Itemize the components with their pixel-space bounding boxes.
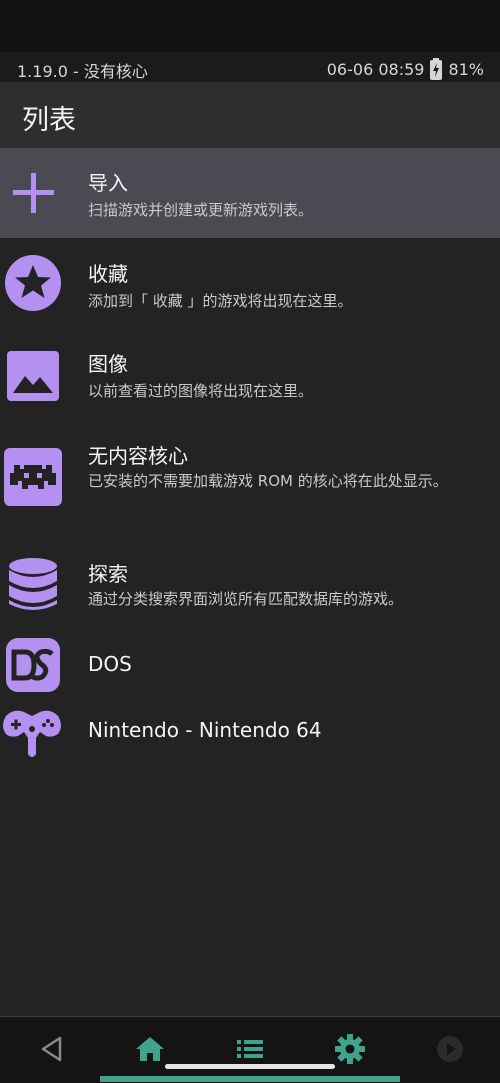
- plus-icon: [13, 173, 54, 213]
- gesture-home-bar[interactable]: [165, 1064, 335, 1069]
- image-icon: [7, 351, 59, 401]
- item-title: 图像: [88, 352, 128, 376]
- item-title: 收藏: [88, 262, 128, 286]
- battery-charging-icon: [430, 58, 443, 80]
- item-title: 无内容核心: [88, 444, 188, 468]
- item-subtitle: 通过分类搜索界面浏览所有匹配数据库的游戏。: [88, 590, 404, 608]
- list-item-favorites[interactable]: 收藏 添加到「 收藏 」的游戏将出现在这里。: [0, 240, 500, 328]
- list-item-contentless-cores[interactable]: 无内容核心 已安装的不需要加载游戏 ROM 的核心将在此处显示。: [0, 420, 500, 530]
- star-icon: [5, 255, 61, 311]
- item-subtitle: 扫描游戏并创建或更新游戏列表。: [88, 201, 314, 219]
- nav-active-indicator: [100, 1076, 400, 1082]
- list-icon[interactable]: [234, 1033, 266, 1065]
- list-item-nintendo-64[interactable]: Nintendo - Nintendo 64: [0, 700, 500, 768]
- item-title: 导入: [88, 171, 128, 195]
- play-icon[interactable]: [434, 1033, 466, 1065]
- app-bar: 列表: [0, 82, 500, 148]
- page-title: 列表: [22, 105, 76, 136]
- item-subtitle: 已安装的不需要加载游戏 ROM 的核心将在此处显示。: [88, 472, 448, 490]
- top-cap: [0, 0, 500, 52]
- invader-icon: [4, 448, 62, 506]
- item-title: 探索: [88, 562, 128, 586]
- database-icon: [9, 558, 57, 610]
- status-right: 06-06 08:59 81%: [327, 58, 484, 80]
- dos-icon: [6, 638, 60, 692]
- status-core-text: 1.19.0 - 没有核心: [17, 62, 148, 81]
- list-item-images[interactable]: 图像 以前查看过的图像将出现在这里。: [0, 330, 500, 418]
- home-icon[interactable]: [134, 1033, 166, 1065]
- item-title: Nintendo - Nintendo 64: [88, 718, 322, 742]
- gear-icon[interactable]: [334, 1033, 366, 1065]
- battery-level: 81%: [448, 59, 484, 79]
- list-item-import[interactable]: 导入 扫描游戏并创建或更新游戏列表。: [0, 148, 500, 238]
- item-title: DOS: [88, 652, 132, 676]
- bottom-nav: [0, 1016, 500, 1083]
- list-item-dos[interactable]: DOS: [0, 632, 500, 698]
- list-item-explore[interactable]: 探索 通过分类搜索界面浏览所有匹配数据库的游戏。: [0, 540, 500, 628]
- gamepad-icon: [3, 710, 61, 757]
- item-subtitle: 以前查看过的图像将出现在这里。: [88, 382, 314, 400]
- back-icon[interactable]: [36, 1033, 68, 1065]
- status-datetime: 06-06 08:59: [326, 59, 425, 79]
- status-bar: 1.19.0 - 没有核心 06-06 08:59 81%: [0, 52, 500, 82]
- item-subtitle: 添加到「 收藏 」的游戏将出现在这里。: [88, 292, 353, 310]
